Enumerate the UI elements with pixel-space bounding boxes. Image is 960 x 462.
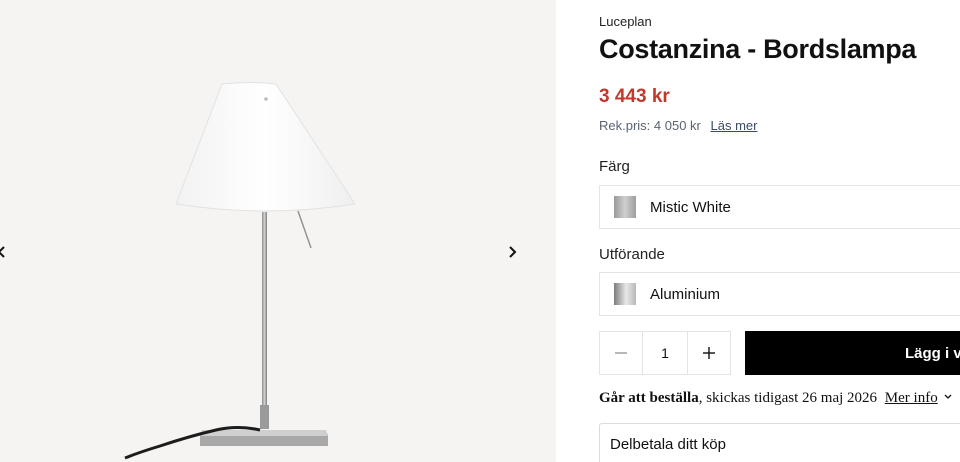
product-title: Costanzina - Bordslampa — [599, 34, 917, 64]
next-image-button[interactable] — [498, 238, 526, 266]
recommended-price-text: Rek.pris: 4 050 kr — [599, 118, 701, 133]
decrease-quantity-button[interactable] — [600, 332, 643, 374]
product-details: Luceplan Costanzina - Bordslampa 3 443 k… — [556, 0, 960, 462]
finish-swatch — [614, 283, 636, 305]
installment-title: Delbetala ditt köp — [610, 436, 726, 453]
increase-quantity-button[interactable] — [687, 332, 730, 374]
finish-label: Utförande — [599, 246, 665, 263]
color-label: Färg — [599, 158, 630, 175]
finish-select[interactable]: Aluminium — [599, 272, 960, 316]
color-swatch — [614, 196, 636, 218]
minus-icon — [615, 352, 627, 354]
brand-link[interactable]: Luceplan — [599, 14, 652, 29]
recommended-price: Rek.pris: 4 050 kr Läs mer — [599, 118, 757, 133]
chevron-right-icon — [509, 246, 517, 258]
add-to-cart-button[interactable]: Lägg i va — [745, 331, 960, 375]
chevron-left-icon — [0, 246, 5, 258]
color-value: Mistic White — [650, 198, 731, 216]
installment-box[interactable]: Delbetala ditt köp — [599, 423, 960, 462]
availability: Går att beställa, skickas tidigast 26 ma… — [599, 390, 953, 407]
availability-status: Går att beställa — [599, 390, 699, 406]
read-more-link[interactable]: Läs mer — [711, 118, 758, 133]
previous-image-button[interactable] — [0, 238, 16, 266]
product-gallery — [0, 0, 556, 462]
finish-value: Aluminium — [650, 285, 721, 303]
plus-icon — [703, 347, 715, 359]
quantity-stepper: 1 — [599, 331, 731, 375]
quantity-value[interactable]: 1 — [643, 332, 687, 374]
color-select[interactable]: Mistic White — [599, 185, 960, 229]
price: 3 443 kr — [599, 86, 670, 107]
table-lamp-image — [124, 82, 356, 460]
availability-text: , skickas tidigast 26 maj 2026 — [698, 390, 878, 406]
more-info-link[interactable]: Mer info — [885, 390, 938, 406]
chevron-down-icon[interactable] — [943, 392, 953, 402]
